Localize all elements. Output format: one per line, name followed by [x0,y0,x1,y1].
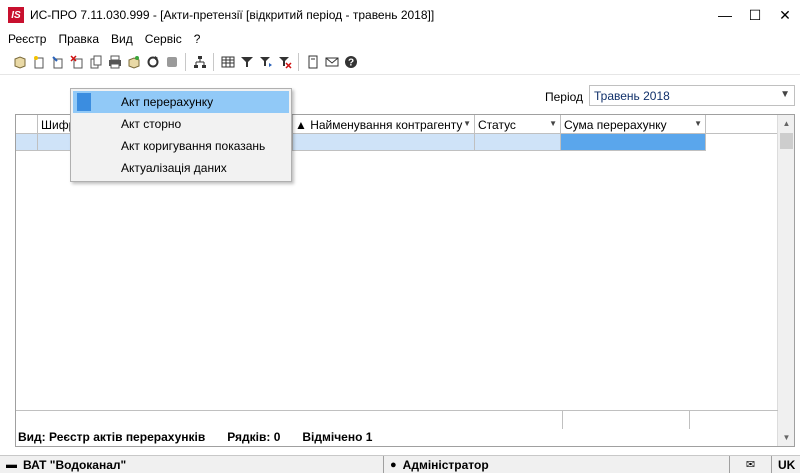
vertical-scrollbar[interactable]: ▲ ▼ [777,115,794,446]
status-language[interactable]: UK [772,456,800,473]
chevron-down-icon[interactable]: ▼ [780,89,790,100]
app-logo-icon: IS [8,7,24,23]
filter-set-icon[interactable] [256,52,275,72]
new-doc-icon[interactable] [29,52,48,72]
menu-item-reversal-act[interactable]: Акт сторно [73,113,289,135]
maximize-button[interactable]: ☐ [740,0,770,30]
print-icon[interactable] [105,52,124,72]
mail-icon[interactable]: ✉ [746,458,755,471]
mail-icon[interactable] [322,52,341,72]
menu-item-label: Акт коригування показань [121,139,266,153]
toolbar-separator [298,52,299,71]
filter-clear-icon[interactable] [275,52,294,72]
table-cell-selected[interactable] [561,134,706,151]
context-menu: Акт перерахунку Акт сторно Акт коригуван… [70,88,292,182]
column-header-counterparty-label: ▲ Найменування контрагенту [295,117,463,132]
refresh-icon[interactable] [143,52,162,72]
period-label: Період [545,90,584,104]
minimize-button[interactable]: — [710,0,740,30]
period-value: Травень 2018 [594,88,670,103]
grid-icon[interactable] [218,52,237,72]
tree-icon[interactable] [190,52,209,72]
view-name: Вид: Реєстр актів перерахунків [18,430,206,444]
column-filter-icon[interactable]: ▼ [694,119,702,128]
scroll-up-icon[interactable]: ▲ [778,115,795,132]
svg-text:?: ? [347,57,353,68]
export-icon[interactable] [124,52,143,72]
menu-item-data-update[interactable]: Актуалізація даних [73,157,289,179]
menu-item-label: Акт сторно [121,117,182,131]
column-header-sum[interactable]: Сума перерахунку ▼ [561,115,706,134]
period-select[interactable]: Травень 2018 ▼ [589,85,795,106]
status-user: ● Адміністратор [384,455,730,473]
help-icon[interactable]: ? [341,52,360,72]
toolbar: ? [0,49,800,75]
column-filter-icon[interactable]: ▼ [463,119,471,128]
menu-view[interactable]: Вид [111,32,133,46]
menu-item-label: Актуалізація даних [121,161,227,175]
column-header-marker[interactable] [16,115,38,134]
table-cell[interactable] [475,134,561,151]
delete-icon[interactable] [67,52,86,72]
column-header-counterparty[interactable]: ▲ Найменування контрагенту ▼ [293,115,475,134]
menu-item-reading-correction-act[interactable]: Акт коригування показань [73,135,289,157]
close-button[interactable]: ✕ [770,0,800,30]
filter-icon[interactable] [237,52,256,72]
scrollbar-thumb[interactable] [780,133,793,149]
row-count: Рядків: 0 [227,430,281,444]
grid-status: Вид: Реєстр актів перерахунків Рядків: 0… [18,430,394,444]
user-name: Адміністратор [402,457,489,472]
edit-icon[interactable] [48,52,67,72]
table-cell[interactable] [16,134,38,151]
disabled-icon [162,52,181,72]
status-company: ▬ ВАТ "Водоканал" [0,455,384,473]
new-icon[interactable] [10,52,29,72]
menu-edit[interactable]: Правка [58,32,99,46]
status-bar: ▬ ВАТ "Водоканал" ● Адміністратор ✉ UK [0,455,800,473]
column-filter-icon[interactable]: ▼ [549,119,557,128]
menu-service[interactable]: Сервіс [145,32,182,46]
window-title: ИС-ПРО 7.11.030.999 - [Акти-претензії [в… [30,8,435,22]
footer-divider [562,411,563,429]
column-header-status[interactable]: Статус ▼ [475,115,561,134]
menu-registry[interactable]: Реєстр [8,32,46,46]
status-mail[interactable]: ✉ [730,455,772,473]
language-code: UK [778,457,796,472]
menu-item-label: Акт перерахунку [121,95,214,109]
column-header-status-label: Статус [478,117,516,132]
doc-icon[interactable] [303,52,322,72]
toolbar-separator [185,52,186,71]
selection-marker [77,93,91,111]
table-cell[interactable] [293,134,475,151]
copy-icon[interactable] [86,52,105,72]
title-bar: IS ИС-ПРО 7.11.030.999 - [Акти-претензії… [0,0,800,30]
company-icon: ▬ [6,458,17,471]
company-name: ВАТ "Водоканал" [23,457,127,472]
column-header-sum-label: Сума перерахунку [564,117,667,132]
grid-footer: Вид: Реєстр актів перерахунків Рядків: 0… [16,410,778,446]
menu-help[interactable]: ? [194,32,201,46]
marked-count: Відмічено 1 [302,430,373,444]
footer-divider [689,411,690,429]
menu-item-recalculation-act[interactable]: Акт перерахунку [73,91,289,113]
toolbar-separator [213,52,214,71]
menu-bar: Реєстр Правка Вид Сервіс ? [0,30,800,48]
scroll-down-icon[interactable]: ▼ [778,429,795,446]
user-icon: ● [390,458,397,471]
